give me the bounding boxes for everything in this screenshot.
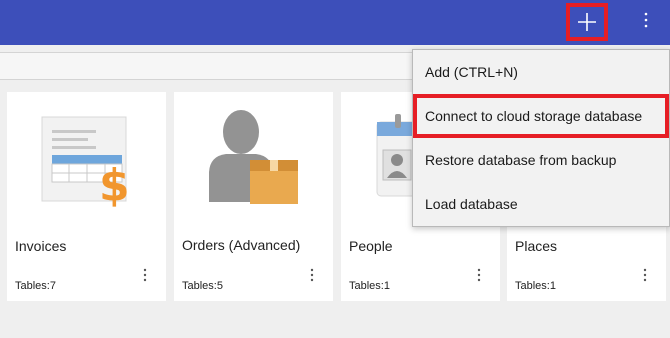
menu-item-connect-cloud[interactable]: Connect to cloud storage database [413,94,669,138]
card-more-button[interactable] [307,267,317,287]
more-vertical-icon [310,268,314,287]
card-title: People [349,238,393,254]
more-vertical-icon [644,12,648,33]
plus-icon [577,12,597,32]
menu-item-load-database[interactable]: Load database [413,182,669,226]
add-menu: Add (CTRL+N) Connect to cloud storage da… [412,49,670,227]
more-vertical-icon [143,268,147,287]
person-box-icon [174,92,333,222]
database-card-invoices[interactable]: $ Invoices Tables:7 [7,92,166,301]
card-tables-count: Tables:7 [15,280,56,292]
database-card-orders[interactable]: Orders (Advanced) Tables:5 [174,92,333,301]
more-vertical-icon [477,268,481,287]
card-more-button[interactable] [640,267,650,287]
card-more-button[interactable] [474,267,484,287]
card-more-button[interactable] [140,267,150,287]
add-button[interactable] [566,3,608,41]
invoice-icon: $ [7,92,166,222]
app-bar [0,0,670,45]
menu-item-add[interactable]: Add (CTRL+N) [413,50,669,94]
card-tables-count: Tables:1 [515,280,556,292]
more-vertical-icon [643,268,647,287]
card-tables-count: Tables:5 [182,280,223,292]
card-tables-count: Tables:1 [349,280,390,292]
menu-item-restore-backup[interactable]: Restore database from backup [413,138,669,182]
more-options-button[interactable] [634,8,658,36]
card-title: Places [515,238,558,254]
card-title: Orders (Advanced) [182,237,301,253]
card-title: Invoices [15,238,67,254]
svg-text:$: $ [99,160,130,211]
